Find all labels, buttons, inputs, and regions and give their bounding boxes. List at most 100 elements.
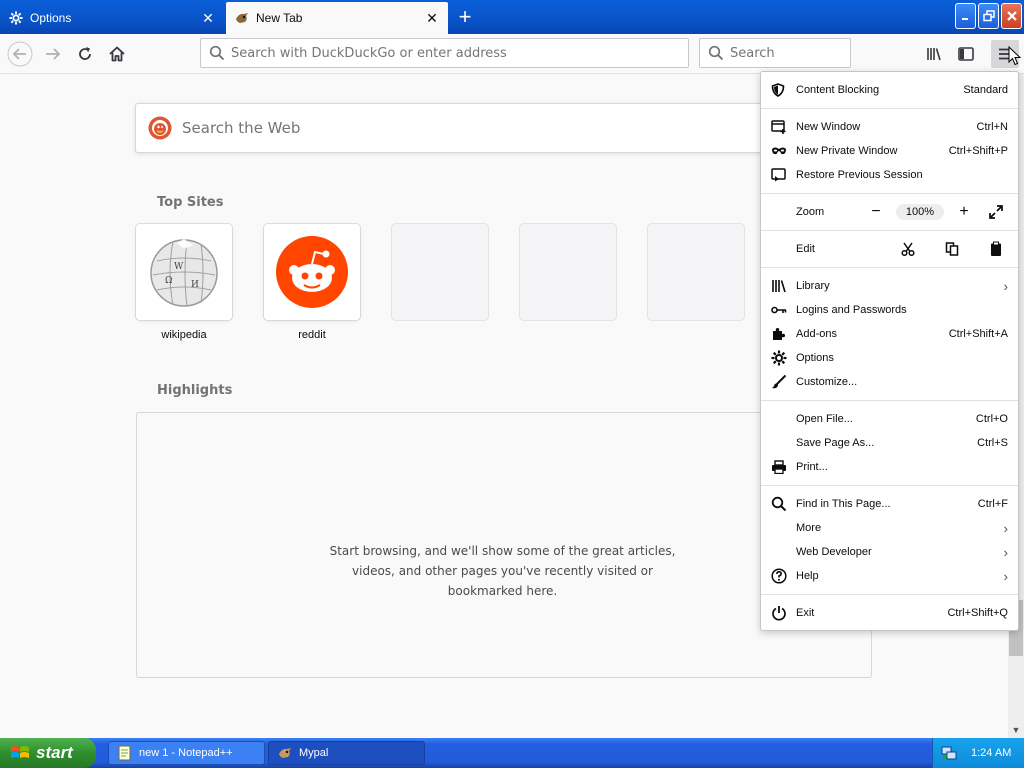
sidebar-icon <box>958 47 974 61</box>
menu-item-label: Edit <box>796 243 815 255</box>
tab-new-tab[interactable]: New Tab ✕ <box>226 2 448 34</box>
taskbar: start new 1 - Notepad++ Mypal 1:24 AM <box>0 738 1024 768</box>
cut-button[interactable] <box>896 239 920 259</box>
sidebar-button[interactable] <box>952 40 980 68</box>
home-button[interactable] <box>103 40 131 68</box>
home-icon <box>109 46 125 62</box>
chevron-right-icon: › <box>1003 568 1008 584</box>
zoom-out-button[interactable]: − <box>864 202 888 222</box>
menu-item-find[interactable]: Find in This Page... Ctrl+F <box>761 492 1018 516</box>
menu-item-options[interactable]: Options <box>761 346 1018 370</box>
zoom-in-button[interactable]: + <box>952 202 976 222</box>
taskbar-item-notepad[interactable]: new 1 - Notepad++ <box>108 741 265 765</box>
top-site-tile-wikipedia[interactable]: W Ω И <box>136 224 232 320</box>
close-tab-icon[interactable]: ✕ <box>200 10 216 26</box>
menu-item-more[interactable]: More › <box>761 516 1018 540</box>
paintbrush-icon <box>771 374 791 390</box>
zoom-reset-button[interactable]: 100% <box>896 204 944 220</box>
menu-separator <box>761 267 1018 268</box>
edit-controls <box>896 239 1008 259</box>
tab-options[interactable]: Options ✕ <box>0 2 224 34</box>
app-menu-panel: Content Blocking Standard New Window Ctr… <box>760 71 1019 631</box>
url-input[interactable] <box>231 45 651 61</box>
menu-item-label: Restore Previous Session <box>796 169 923 181</box>
web-search-box[interactable] <box>135 103 795 153</box>
top-site-tile-empty[interactable] <box>520 224 616 320</box>
fullscreen-icon <box>989 205 1003 219</box>
system-tray: 1:24 AM <box>932 738 1024 768</box>
menu-item-label: New Private Window <box>796 145 898 157</box>
menu-item-help[interactable]: Help › <box>761 564 1018 588</box>
menu-item-new-window[interactable]: New Window Ctrl+N <box>761 115 1018 139</box>
reload-icon <box>79 47 91 60</box>
menu-item-new-private-window[interactable]: New Private Window Ctrl+Shift+P <box>761 139 1018 163</box>
menu-item-customize[interactable]: Customize... <box>761 370 1018 394</box>
menu-item-open-file[interactable]: Open File... Ctrl+O <box>761 407 1018 431</box>
top-sites-title: Top Sites <box>157 195 224 210</box>
notepad-plus-plus-icon <box>118 745 131 761</box>
shortcut-label: Ctrl+S <box>977 437 1008 449</box>
restore-session-icon <box>771 167 791 183</box>
clock[interactable]: 1:24 AM <box>971 747 1011 759</box>
menu-item-label: Add-ons <box>796 328 837 340</box>
menu-item-label: Exit <box>796 607 815 619</box>
menu-item-addons[interactable]: Add-ons Ctrl+Shift+A <box>761 322 1018 346</box>
search-input[interactable] <box>730 45 840 61</box>
duckduckgo-logo-icon <box>148 116 172 140</box>
menu-separator <box>761 400 1018 401</box>
back-button[interactable] <box>6 40 34 68</box>
content-blocking-status: Standard <box>963 84 1008 96</box>
menu-item-content-blocking[interactable]: Content Blocking Standard <box>761 78 1018 102</box>
menu-item-save-page[interactable]: Save Page As... Ctrl+S <box>761 431 1018 455</box>
library-button[interactable] <box>920 40 948 68</box>
menu-item-label: Save Page As... <box>796 437 875 449</box>
fullscreen-button[interactable] <box>984 202 1008 222</box>
copy-icon <box>945 242 959 256</box>
taskbar-item-mypal[interactable]: Mypal <box>268 741 425 765</box>
svg-text:W: W <box>174 262 184 272</box>
menu-item-library[interactable]: Library › <box>761 274 1018 298</box>
close-window-button[interactable] <box>1001 3 1022 29</box>
forward-button[interactable] <box>39 40 67 68</box>
chevron-right-icon: › <box>1003 278 1008 294</box>
menu-item-label: Print... <box>796 461 828 473</box>
new-tab-button[interactable]: + <box>452 4 478 30</box>
minimize-button[interactable] <box>955 3 976 29</box>
svg-text:И: И <box>191 280 199 290</box>
top-site-tile-reddit[interactable] <box>264 224 360 320</box>
menu-item-logins[interactable]: Logins and Passwords <box>761 298 1018 322</box>
start-button[interactable]: start <box>0 738 96 768</box>
menu-item-label: Help <box>796 570 819 582</box>
paste-button[interactable] <box>984 239 1008 259</box>
menu-item-exit[interactable]: Exit Ctrl+Shift+Q <box>761 601 1018 625</box>
url-bar[interactable] <box>200 38 689 68</box>
menu-item-restore-session[interactable]: Restore Previous Session <box>761 163 1018 187</box>
close-tab-icon[interactable]: ✕ <box>424 10 440 26</box>
menu-item-label: Web Developer <box>796 546 872 558</box>
menu-item-web-developer[interactable]: Web Developer › <box>761 540 1018 564</box>
scroll-down-arrow-icon[interactable]: ▼ <box>1008 722 1024 738</box>
tab-label: Options <box>30 11 72 25</box>
web-search-input[interactable] <box>182 119 742 137</box>
menu-separator <box>761 230 1018 231</box>
new-window-icon <box>771 119 791 135</box>
copy-button[interactable] <box>940 239 964 259</box>
shortcut-label: Ctrl+Shift+Q <box>947 607 1008 619</box>
search-bar[interactable] <box>699 38 851 68</box>
navigation-toolbar <box>0 34 1024 74</box>
network-icon[interactable] <box>941 745 957 761</box>
mypal-icon <box>234 10 250 26</box>
menu-item-print[interactable]: Print... <box>761 455 1018 479</box>
shortcut-label: Ctrl+Shift+P <box>948 145 1008 157</box>
restore-button[interactable] <box>978 3 999 29</box>
windows-logo-icon <box>11 746 29 758</box>
library-icon <box>771 278 791 294</box>
top-site-tile-empty[interactable] <box>392 224 488 320</box>
private-mask-icon <box>771 143 791 159</box>
clipboard-icon <box>991 241 1001 256</box>
top-site-label: wikipedia <box>161 329 207 341</box>
reload-button[interactable] <box>71 40 99 68</box>
top-site-tile-empty[interactable] <box>648 224 744 320</box>
